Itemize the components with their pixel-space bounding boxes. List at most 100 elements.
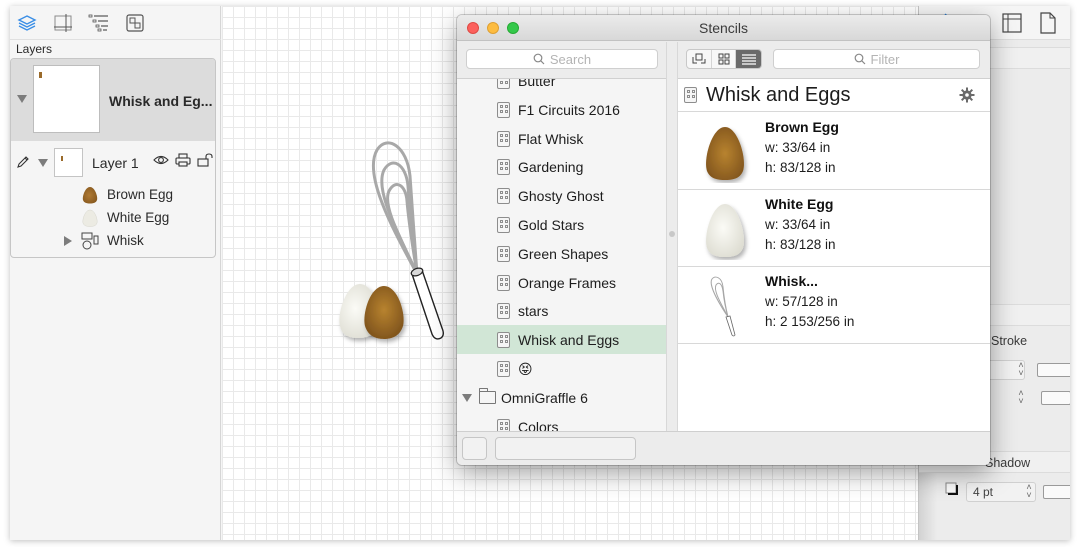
shadow-color-swatch[interactable] — [1043, 485, 1070, 499]
shape-card-width: w: 33/64 in — [765, 140, 831, 155]
arrange-view-button[interactable] — [687, 50, 712, 68]
outline-tool-button[interactable] — [88, 12, 110, 34]
printer-icon[interactable] — [175, 153, 191, 167]
stepper-icon[interactable]: ˄ ˅ — [1015, 361, 1027, 379]
canvas-row[interactable]: Whisk and Eg... — [11, 59, 215, 141]
shape-card-height: h: 2 153/256 in — [765, 314, 855, 329]
stencil-label: Orange Frames — [518, 274, 617, 291]
stroke-section-label: Stroke — [991, 334, 1028, 348]
whisk-shape — [371, 141, 419, 275]
omnigraffle-window: Layers Whisk and Eg... Layer 1 Brown Egg… — [10, 6, 1070, 540]
stencil-list-item[interactable]: Gardening — [457, 152, 666, 181]
stepper-icon[interactable]: ˄ ˅ — [1023, 483, 1035, 501]
shape-card-name: Brown Egg — [765, 119, 839, 135]
shape-card-name: Whisk... — [765, 273, 818, 289]
stencil-label: Green Shapes — [518, 245, 609, 262]
folder-label: OmniGraffle 6 — [501, 389, 588, 406]
stencil-shape-card-white-egg[interactable]: White Egg w: 33/64 in h: 83/128 in — [678, 190, 990, 267]
shape-card-height: h: 83/128 in — [765, 160, 836, 175]
white-egg-thumbnail — [82, 209, 98, 227]
shadow-checkbox-icon[interactable] — [945, 482, 959, 496]
whisk-handle — [410, 267, 444, 340]
stencil-list-item[interactable]: stars — [457, 296, 666, 325]
disclosure-triangle-icon[interactable] — [462, 393, 472, 402]
stencil-icon — [497, 159, 510, 176]
gear-icon[interactable] — [959, 87, 975, 103]
stencil-action-button[interactable] — [462, 437, 487, 460]
canvas-title: Whisk and Eg... — [109, 93, 213, 109]
stencil-list-item[interactable]: Orange Frames — [457, 268, 666, 297]
corner-style-swatch[interactable] — [1041, 391, 1070, 405]
stencil-list-item[interactable]: Green Shapes — [457, 239, 666, 268]
disclosure-triangle-icon[interactable] — [64, 236, 72, 246]
outline-icon — [88, 14, 108, 31]
stencils-bottom-bar — [457, 431, 990, 465]
sidebar-toolbar — [10, 6, 221, 40]
stroke-color-swatch[interactable] — [1037, 363, 1070, 377]
grid-view-button[interactable] — [712, 50, 737, 68]
stencil-list-item[interactable]: 😝 — [457, 354, 666, 383]
shape-card-height: h: 83/128 in — [765, 237, 836, 252]
stencil-shape-card-whisk[interactable]: Whisk... w: 57/128 in h: 2 153/256 in — [678, 267, 990, 344]
layers-section-label: Layers — [16, 42, 53, 56]
layers-tool-button[interactable] — [16, 12, 38, 34]
layer-name: Layer 1 — [92, 155, 139, 171]
stencil-label: stars — [518, 303, 549, 320]
stencil-icon — [497, 101, 510, 118]
stencil-icon — [497, 216, 510, 233]
canvas-artwork — [339, 141, 444, 340]
stencils-titlebar[interactable]: Stencils — [457, 15, 990, 41]
document-inspector-icon[interactable] — [1039, 12, 1057, 34]
shape-name: White Egg — [107, 210, 170, 225]
folder-icon — [479, 387, 496, 404]
splitter-handle[interactable] — [669, 231, 675, 237]
canvas-size-tool-button[interactable] — [52, 12, 74, 34]
view-mode-segmented-control — [686, 49, 762, 69]
brown-egg-thumbnail — [82, 187, 98, 204]
canvas-inspector-icon[interactable] — [1001, 12, 1023, 34]
shape-row-white-egg[interactable]: White Egg — [11, 207, 215, 229]
eye-icon[interactable] — [153, 153, 169, 167]
stencil-shape-card-brown-egg[interactable]: Brown Egg w: 33/64 in h: 83/128 in — [678, 113, 990, 190]
stencil-list-item[interactable]: Whisk and Eggs — [457, 325, 666, 354]
stencil-folder-item[interactable]: OmniGraffle 6 — [457, 383, 666, 412]
stencil-list-item[interactable]: Flat Whisk — [457, 124, 666, 153]
shape-card-width: w: 33/64 in — [765, 217, 831, 232]
shape-card-width: w: 57/128 in — [765, 294, 838, 309]
pencil-icon[interactable] — [16, 155, 30, 169]
stencil-list-item[interactable]: Ghosty Ghost — [457, 181, 666, 210]
search-input[interactable]: Search — [466, 49, 658, 69]
disclosure-triangle-icon[interactable] — [38, 159, 48, 167]
stencil-list-item[interactable]: Colors — [457, 412, 666, 431]
shape-card-name: White Egg — [765, 196, 834, 212]
stepper-icon[interactable]: ˄ ˅ — [1015, 389, 1027, 407]
layer-row[interactable]: Layer 1 — [11, 147, 215, 179]
unlock-icon[interactable] — [197, 153, 215, 167]
stencil-icon — [497, 303, 510, 320]
arrange-view-icon — [692, 53, 706, 64]
search-placeholder: Search — [549, 51, 592, 67]
group-icon — [126, 13, 144, 32]
list-view-icon — [741, 54, 756, 65]
canvas-thumbnail — [33, 65, 100, 133]
stencil-icon — [497, 245, 510, 262]
stencil-list-item[interactable]: Gold Stars — [457, 210, 666, 239]
list-view-button[interactable] — [736, 50, 761, 68]
stencil-detail-pane: Filter Whisk and Eggs Brown Egg w: 33/64… — [677, 42, 990, 431]
shape-row-brown-egg[interactable]: Brown Egg — [11, 184, 215, 206]
disclosure-triangle-icon[interactable] — [17, 95, 27, 103]
filter-input[interactable]: Filter — [773, 49, 980, 69]
search-icon — [533, 53, 545, 65]
detail-toolbar: Filter — [678, 42, 990, 79]
stencil-info-field[interactable] — [495, 437, 636, 460]
white-egg-preview — [706, 204, 744, 257]
shape-name: Brown Egg — [107, 187, 174, 202]
shape-row-whisk[interactable]: Whisk — [11, 230, 215, 252]
group-tool-button[interactable] — [124, 12, 146, 34]
group-shape-icon — [81, 232, 99, 250]
stencil-list-item[interactable]: F1 Circuits 2016 — [457, 95, 666, 124]
stencil-detail-header: Whisk and Eggs — [678, 80, 990, 112]
stencil-label: Whisk and Eggs — [518, 332, 620, 349]
stencil-icon — [497, 418, 510, 431]
stencil-icon — [497, 332, 510, 349]
